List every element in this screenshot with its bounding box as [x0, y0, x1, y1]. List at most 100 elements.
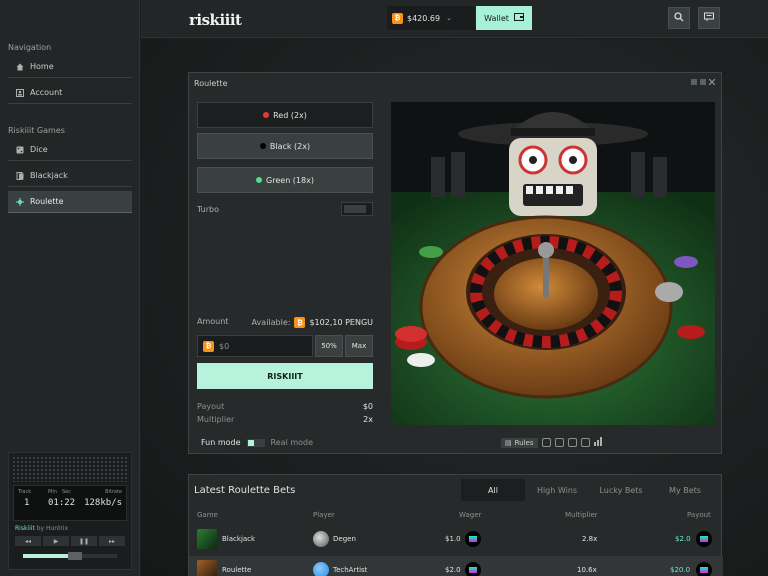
column-header: Game: [197, 511, 218, 519]
play-button[interactable]: ▶: [43, 536, 69, 546]
bets-title: Latest Roulette Bets: [194, 485, 296, 496]
payout-value: $0: [362, 402, 373, 411]
amount-value: $0: [219, 341, 230, 351]
roulette-game-scene[interactable]: [391, 102, 715, 425]
chat-button[interactable]: [698, 7, 720, 29]
prev-button[interactable]: ◂◂: [15, 536, 41, 546]
available-value: $102,10 PENGU: [309, 318, 373, 327]
max-button[interactable]: Max: [345, 335, 373, 357]
sidebar-item-label: Account: [30, 88, 63, 97]
sidebar-item-roulette[interactable]: Roulette: [8, 191, 132, 213]
app-logo[interactable]: riskiiit: [189, 11, 242, 29]
multiplier-label: Multiplier: [197, 415, 235, 424]
bet-black-button[interactable]: Black (2x): [197, 133, 373, 159]
row-payout: $20.0: [670, 566, 691, 574]
home-icon: [16, 63, 24, 71]
next-button[interactable]: ▸▸: [99, 536, 125, 546]
solana-icon: [465, 562, 481, 576]
avatar: [313, 531, 329, 547]
bet-green-button[interactable]: Green (18x): [197, 167, 373, 193]
column-header: Payout: [687, 511, 711, 519]
sidebar-item-dice[interactable]: Dice: [8, 139, 132, 161]
chat-icon[interactable]: [554, 438, 564, 447]
bitcoin-icon: ₿: [203, 340, 214, 352]
sidebar-item-account[interactable]: Account: [8, 82, 132, 104]
stats-icon[interactable]: [593, 437, 603, 448]
row-player: Degen: [333, 535, 356, 543]
volume-knob[interactable]: [67, 552, 82, 560]
chevron-down-icon: ⌄: [446, 14, 452, 22]
multiplier-value: 2x: [363, 415, 373, 424]
bitrate-value: 128kb/s: [84, 498, 122, 508]
chat-icon: [704, 12, 714, 25]
credit-app: Riskiiit: [15, 525, 35, 532]
fun-mode-label: Fun mode: [201, 438, 241, 447]
top-bar: riskiiit ₿ $420.69 ⌄ Wallet: [141, 0, 768, 38]
volume-slider[interactable]: [23, 552, 117, 560]
sidebar-item-blackjack[interactable]: Blackjack: [8, 165, 132, 187]
sidebar-item-label: Blackjack: [30, 171, 68, 180]
roulette-illustration: [391, 102, 715, 425]
wallet-label: Wallet: [484, 13, 509, 23]
rules-button[interactable]: ▤ Rules: [501, 437, 538, 448]
half-button[interactable]: 50%: [315, 335, 343, 357]
toggle-knob: [344, 205, 366, 213]
row-wager: $2.0: [445, 566, 461, 574]
pause-button[interactable]: ❚❚: [71, 536, 97, 546]
riskit-button[interactable]: RISKIIIT: [197, 363, 373, 389]
close-icon[interactable]: [709, 79, 715, 85]
sidebar-item-label: Dice: [30, 145, 48, 154]
book-icon: ▤: [505, 438, 512, 447]
payout-row: Payout $0: [197, 402, 373, 411]
dice-icon: [16, 146, 24, 154]
window-title: Roulette: [194, 79, 228, 88]
maximize-icon[interactable]: [700, 79, 706, 85]
row-wager: $1.0: [445, 535, 461, 543]
amount-input[interactable]: ₿ $0: [197, 335, 313, 357]
table-row[interactable]: Roulette TechArtist $2.0 10.6x $20.0: [189, 556, 723, 576]
column-header: Wager: [459, 511, 482, 519]
track-time: 01:22: [48, 498, 76, 508]
fullscreen-icon[interactable]: [580, 438, 590, 447]
search-button[interactable]: [668, 7, 690, 29]
wallet-button[interactable]: Wallet: [476, 6, 532, 30]
rules-label: Rules: [514, 438, 534, 447]
window-controls: [691, 79, 715, 85]
player-controls: ◂◂ ▶ ❚❚ ▸▸: [15, 536, 125, 546]
solana-icon: [465, 531, 481, 547]
table-row[interactable]: Blackjack Degen $1.0 2.8x $2.0: [189, 525, 723, 553]
tab-lucky-bets[interactable]: Lucky Bets: [589, 479, 653, 501]
row-multiplier: 10.6x: [577, 566, 597, 574]
balance-selector[interactable]: ₿ $420.69 ⌄: [387, 6, 475, 30]
next-icon: ▸▸: [108, 537, 116, 545]
games-section-title: Riskiiit Games: [8, 126, 65, 135]
settings-icon[interactable]: [567, 438, 577, 447]
turbo-toggle[interactable]: [341, 202, 373, 216]
row-game: Roulette: [222, 566, 252, 574]
bet-red-button[interactable]: Red (2x): [197, 102, 373, 128]
multiplier-row: Multiplier 2x: [197, 415, 373, 424]
tab-all[interactable]: All: [461, 479, 525, 501]
row-multiplier: 2.8x: [582, 535, 598, 543]
available-balance: Available: ₿ $102,10 PENGU: [252, 317, 373, 328]
bet-label: Red (2x): [273, 110, 307, 120]
bitcoin-icon: ₿: [294, 317, 306, 328]
minimize-icon[interactable]: [691, 79, 697, 85]
game-toolbar: ▤ Rules: [501, 437, 603, 448]
roulette-icon: [16, 197, 24, 206]
fairness-icon[interactable]: [541, 438, 551, 447]
latest-bets-panel: Latest Roulette Bets All High Wins Lucky…: [188, 474, 723, 576]
music-player: Track Min Sec Bitrate 1 01:22 128kb/s Ri…: [8, 452, 132, 570]
mode-toggle[interactable]: [246, 438, 265, 447]
play-icon: ▶: [53, 537, 59, 545]
amount-label: Amount: [197, 317, 229, 326]
sidebar-item-home[interactable]: Home: [8, 56, 132, 78]
credit-by: by Huntrix: [36, 525, 69, 532]
mode-switch[interactable]: Fun mode Real mode: [201, 438, 313, 447]
black-dot-icon: [259, 143, 266, 149]
tab-my-bets[interactable]: My Bets: [653, 479, 717, 501]
tab-high-wins[interactable]: High Wins: [525, 479, 589, 501]
row-player: TechArtist: [333, 566, 368, 574]
nav-section-title: Navigation: [8, 43, 52, 52]
game-thumbnail: [197, 560, 217, 576]
